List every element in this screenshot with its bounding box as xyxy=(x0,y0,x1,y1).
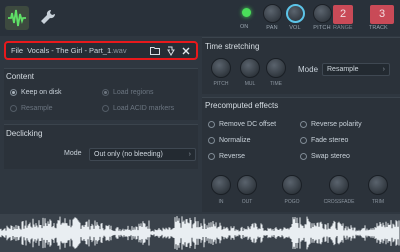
declicking-mode-value: Out only (no bleeding) xyxy=(94,151,163,158)
reverse-label: Reverse xyxy=(219,153,246,160)
swap-stereo-option[interactable]: Swap stereo xyxy=(300,153,350,160)
range-label: RANGE xyxy=(333,25,353,31)
waveform-display[interactable] xyxy=(0,214,400,252)
load-acid-markers-option[interactable]: Load ACID markers xyxy=(102,105,174,112)
fade-stereo-label: Fade stereo xyxy=(311,137,349,144)
crossfade-knob[interactable] xyxy=(329,175,349,195)
pogo-knob[interactable] xyxy=(282,175,302,195)
time-stretching-panel: Time stretching PITCH MUL TIME Mode Resa… xyxy=(202,37,400,94)
reverse-polarity-option[interactable]: Reverse polarity xyxy=(300,121,362,128)
stretch-time-knob[interactable] xyxy=(266,58,286,78)
declicking-mode-label: Mode xyxy=(64,150,82,157)
load-acid-radio[interactable] xyxy=(102,105,109,112)
remove-dc-offset-option[interactable]: Remove DC offset xyxy=(208,121,276,128)
content-panel: Content Keep on disk Resample Load regio… xyxy=(4,68,198,120)
open-folder-icon[interactable] xyxy=(148,43,162,58)
load-acid-label: Load ACID markers xyxy=(113,105,175,112)
pan-knob[interactable]: PAN xyxy=(261,4,283,31)
close-file-icon[interactable] xyxy=(179,43,193,58)
remove-dc-radio[interactable] xyxy=(208,121,215,128)
trim-label: TRIM xyxy=(371,199,385,205)
normalize-label: Normalize xyxy=(219,137,251,144)
waveform-plugin-icon[interactable] xyxy=(5,6,29,30)
file-name: Vocals - The Girl - Part_1 xyxy=(27,46,112,55)
file-label: File xyxy=(11,46,24,55)
load-regions-label: Load regions xyxy=(113,89,154,96)
resample-option[interactable]: Resample xyxy=(10,105,53,112)
load-regions-option[interactable]: Load regions xyxy=(102,89,153,96)
trim-knob[interactable] xyxy=(368,175,388,195)
content-title: Content xyxy=(6,72,35,81)
resample-radio[interactable] xyxy=(10,105,17,112)
stretch-time-label: TIME xyxy=(270,81,282,87)
on-led-toggle[interactable] xyxy=(242,8,251,17)
pan-label: PAN xyxy=(266,25,278,31)
volume-knob[interactable]: VOL xyxy=(284,4,306,31)
waveform-graphic xyxy=(0,216,400,250)
reverse-polarity-radio[interactable] xyxy=(300,121,307,128)
file-extension: .wav xyxy=(111,46,127,55)
reverse-radio[interactable] xyxy=(208,153,215,160)
reverse-polarity-label: Reverse polarity xyxy=(311,121,362,128)
chevron-right-icon: › xyxy=(188,151,191,158)
swap-stereo-radio[interactable] xyxy=(300,153,307,160)
locate-file-icon[interactable] xyxy=(164,43,178,58)
fade-out-label: OUT xyxy=(241,199,253,205)
fade-stereo-radio[interactable] xyxy=(300,137,307,144)
normalize-radio[interactable] xyxy=(208,137,215,144)
swap-stereo-label: Swap stereo xyxy=(311,153,350,160)
fade-stereo-option[interactable]: Fade stereo xyxy=(300,137,348,144)
on-label: ON xyxy=(240,24,249,30)
volume-label: VOL xyxy=(289,25,301,31)
track-number-value[interactable]: 3 xyxy=(370,5,394,24)
stretch-mul-knob[interactable] xyxy=(240,58,260,78)
track-label: TRACK xyxy=(369,25,388,31)
precomputed-effects-panel: Precomputed effects Remove DC offset Nor… xyxy=(202,97,400,212)
keep-on-disk-radio[interactable] xyxy=(10,89,17,96)
normalize-option[interactable]: Normalize xyxy=(208,137,251,144)
waveform-path xyxy=(0,216,400,250)
keep-on-disk-label: Keep on disk xyxy=(21,89,62,96)
precomputed-effects-title: Precomputed effects xyxy=(205,101,279,110)
declicking-panel: Declicking Mode Out only (no bleeding) › xyxy=(4,124,198,169)
reverse-option[interactable]: Reverse xyxy=(208,153,245,160)
pitch-knob[interactable]: PITCH xyxy=(311,4,333,31)
resample-label: Resample xyxy=(21,105,53,112)
pogo-label: POGO xyxy=(284,199,300,205)
remove-dc-label: Remove DC offset xyxy=(219,121,277,128)
keep-on-disk-option[interactable]: Keep on disk xyxy=(10,89,61,96)
stretch-mode-select[interactable]: Resample › xyxy=(322,63,390,76)
declicking-mode-select[interactable]: Out only (no bleeding) › xyxy=(89,148,196,161)
time-stretching-title: Time stretching xyxy=(205,42,260,51)
fade-in-knob[interactable] xyxy=(211,175,231,195)
pitch-range-value[interactable]: 2 xyxy=(333,5,353,24)
declicking-title: Declicking xyxy=(6,129,43,138)
crossfade-label: CROSSFADE xyxy=(323,199,355,205)
fade-out-knob[interactable] xyxy=(237,175,257,195)
pitch-label: PITCH xyxy=(313,25,331,31)
stretch-mode-value: Resample xyxy=(327,66,359,73)
stretch-mode-label: Mode xyxy=(298,65,319,74)
file-selector-row: File Vocals - The Girl - Part_1 .wav xyxy=(4,41,198,60)
wrench-settings-icon[interactable] xyxy=(36,6,60,30)
stretch-pitch-knob[interactable] xyxy=(211,58,231,78)
chevron-right-icon: › xyxy=(382,66,385,73)
top-toolbar: ON PAN VOL PITCH 2 RANGE 3 TRACK xyxy=(0,0,400,36)
load-regions-radio[interactable] xyxy=(102,89,109,96)
